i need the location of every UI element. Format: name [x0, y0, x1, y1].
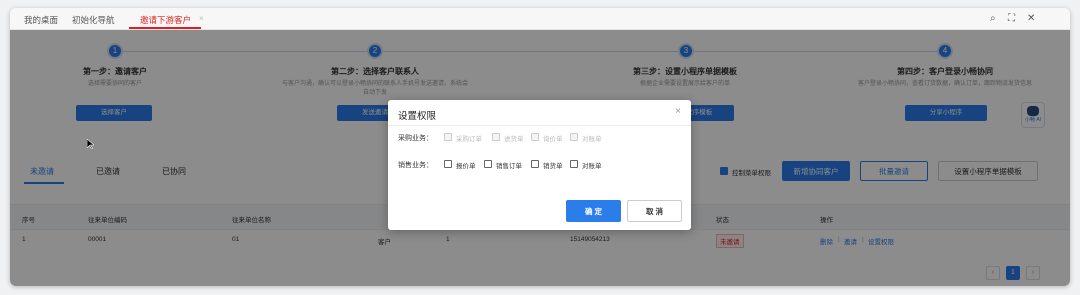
- cancel-button[interactable]: 取 消: [627, 200, 682, 222]
- purchase-statement-checkbox[interactable]: [570, 133, 578, 141]
- sales-statement-label: 对账单: [582, 163, 602, 170]
- receipt-label: 进货单: [504, 136, 524, 143]
- dialog-title: 设置权限: [398, 111, 437, 122]
- receipt-checkbox[interactable]: [492, 133, 500, 141]
- app-window: 我的桌面 初始化导航 邀请下游客户 × ⌕ ⛶ ✕ 1 第一步：邀请客户 选择需…: [10, 8, 1070, 286]
- dialog-divider: [388, 125, 691, 126]
- sales-order-checkbox[interactable]: [484, 160, 492, 168]
- permission-dialog: 设置权限 × 采购业务： 采购订单 进货单 询价单 对账单 销售业务： 报价单 …: [388, 100, 691, 230]
- confirm-button[interactable]: 确 定: [566, 200, 621, 222]
- cursor-icon: [87, 139, 94, 149]
- purchase-statement-label: 对账单: [582, 136, 602, 143]
- active-tab-indicator: [129, 27, 201, 29]
- tab-invite-customers[interactable]: 邀请下游客户: [140, 14, 191, 26]
- dialog-close-icon[interactable]: ×: [675, 106, 681, 117]
- tab-bar: 我的桌面 初始化导航 邀请下游客户 × ⌕ ⛶ ✕: [10, 8, 1070, 30]
- delivery-label: 销货单: [543, 163, 563, 170]
- tab-init-nav[interactable]: 初始化导航: [72, 14, 115, 26]
- purchase-order-checkbox[interactable]: [444, 133, 452, 141]
- sales-order-label: 销售订单: [496, 163, 522, 170]
- purchase-order-label: 采购订单: [456, 136, 482, 143]
- tab-desktop[interactable]: 我的桌面: [24, 14, 58, 26]
- close-icon[interactable]: ✕: [1027, 13, 1035, 24]
- fullscreen-icon[interactable]: ⛶: [1008, 13, 1015, 24]
- quotation-label: 报价单: [456, 163, 476, 170]
- quotation-checkbox[interactable]: [444, 160, 452, 168]
- inquiry-label: 询价单: [543, 136, 563, 143]
- sales-statement-checkbox[interactable]: [570, 160, 578, 168]
- search-icon[interactable]: ⌕: [990, 13, 996, 24]
- delivery-checkbox[interactable]: [531, 160, 539, 168]
- inquiry-checkbox[interactable]: [531, 133, 539, 141]
- purchase-label: 采购业务：: [398, 135, 433, 142]
- sales-label: 销售业务：: [398, 162, 433, 169]
- tab-close-icon[interactable]: ×: [199, 14, 204, 23]
